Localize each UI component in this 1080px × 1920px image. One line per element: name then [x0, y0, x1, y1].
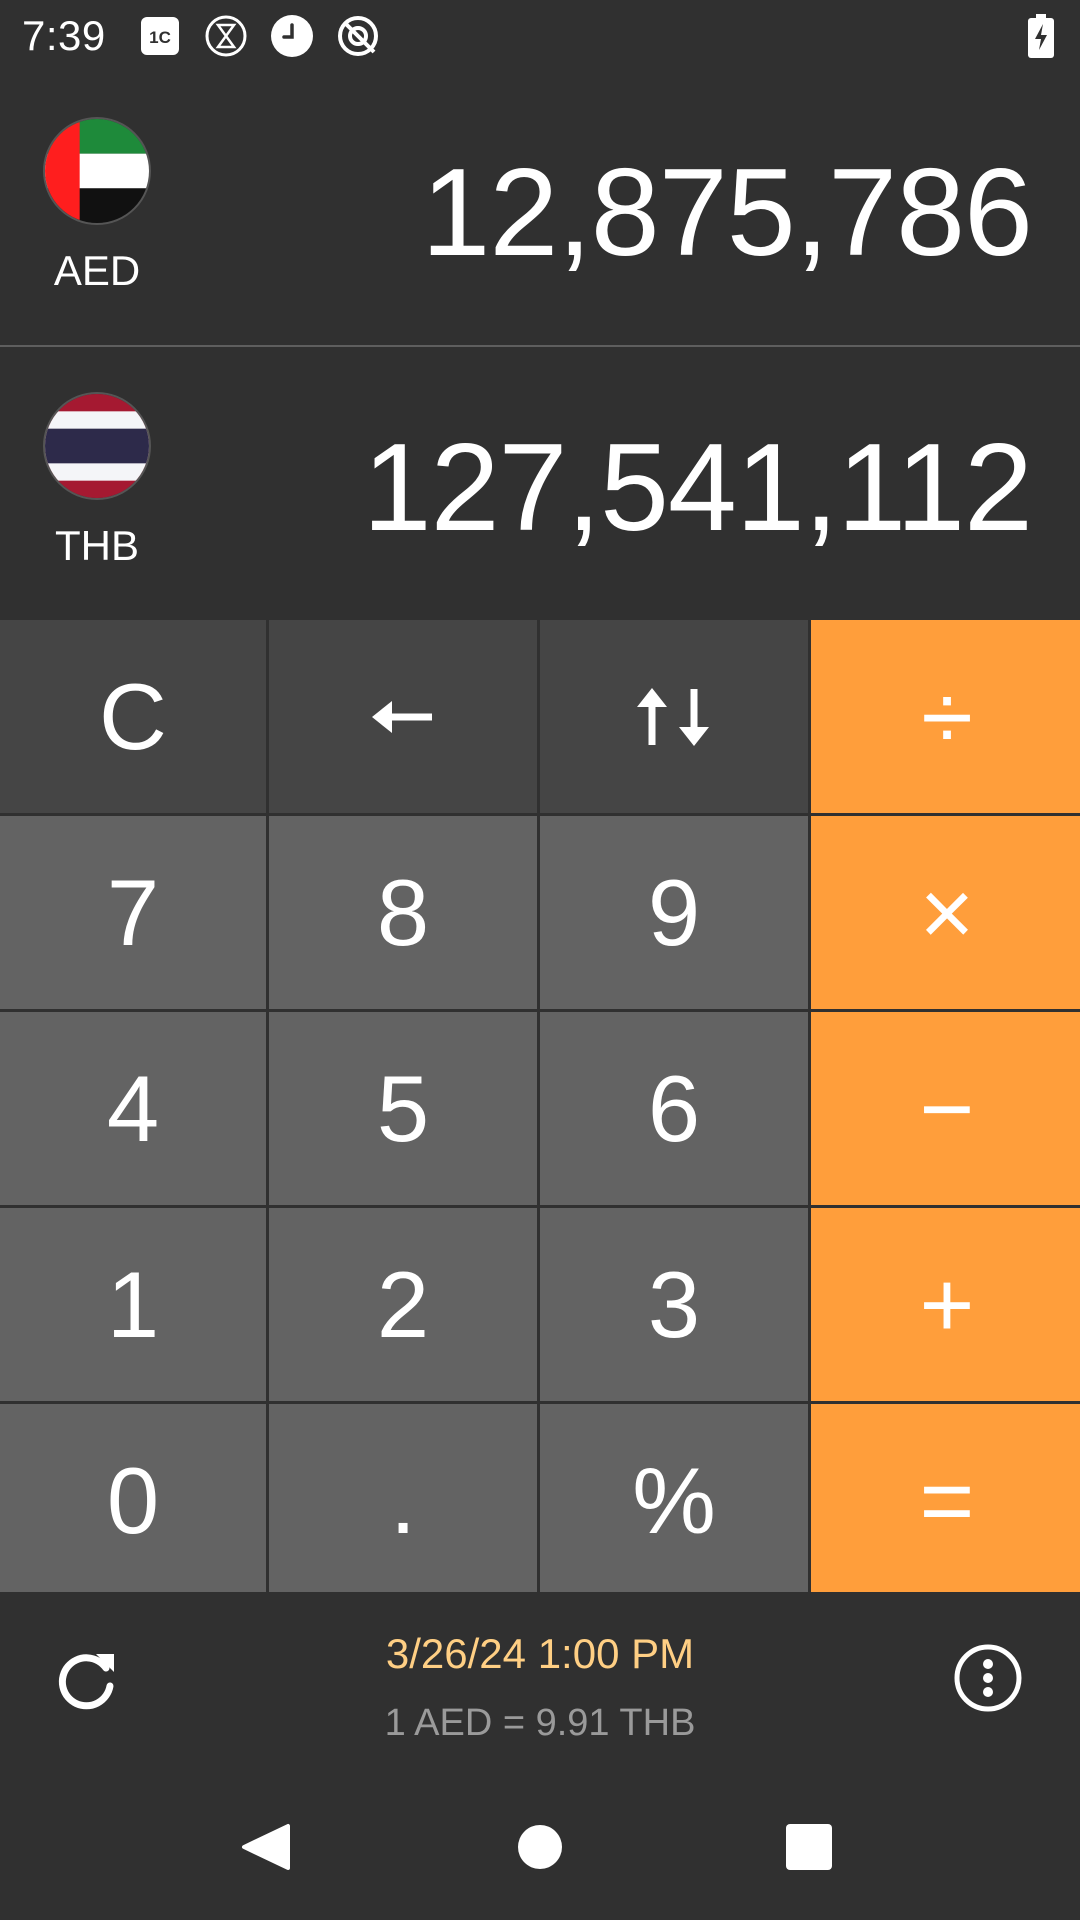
clear-label: C	[99, 663, 167, 769]
digit-3-button[interactable]: 3	[540, 1208, 808, 1401]
digit-0-button[interactable]: 0	[0, 1404, 266, 1597]
from-currency-code[interactable]: AED	[0, 247, 194, 295]
equals-label: =	[919, 1447, 975, 1553]
clear-button[interactable]: C	[0, 620, 266, 813]
digit-8-button[interactable]: 8	[269, 816, 537, 1009]
minus-button[interactable]: −	[811, 1012, 1080, 1205]
svg-text:1C: 1C	[149, 28, 171, 47]
plus-button[interactable]: +	[811, 1208, 1080, 1401]
swap-button[interactable]	[540, 620, 808, 813]
digit-5-label: 5	[376, 1055, 430, 1161]
decimal-point-button[interactable]: .	[269, 1404, 537, 1597]
to-currency-row[interactable]: THB 127,541,112	[0, 347, 1080, 621]
sim-card-icon: 1C	[141, 17, 179, 55]
digit-4-label: 4	[106, 1055, 160, 1161]
backspace-arrow-icon	[372, 700, 432, 733]
multiply-label: ×	[919, 859, 975, 965]
digit-7-label: 7	[106, 859, 160, 965]
battery-charging-icon	[1028, 14, 1054, 58]
keypad: C ÷ 7 8 9 × 4 5 6 − 1 2 3 + 0 . % =	[0, 620, 1080, 1597]
percent-button[interactable]: %	[540, 1404, 808, 1597]
decimal-point-label: .	[389, 1447, 417, 1553]
hourglass-icon	[205, 15, 247, 57]
divide-button[interactable]: ÷	[811, 620, 1080, 813]
to-currency-code[interactable]: THB	[0, 522, 194, 570]
navigation-bar	[0, 1780, 1080, 1920]
rate-updated-time: 3/26/24 1:00 PM	[385, 1630, 695, 1677]
digit-9-button[interactable]: 9	[540, 816, 808, 1009]
digit-0-label: 0	[106, 1447, 160, 1553]
no-data-icon	[338, 16, 378, 56]
status-icons: 1C	[138, 14, 380, 58]
uae-flag-icon[interactable]	[43, 117, 151, 225]
home-icon[interactable]	[505, 1812, 575, 1882]
swap-arrows-icon	[637, 687, 709, 746]
more-options-icon[interactable]	[952, 1642, 1024, 1714]
equals-button[interactable]: =	[811, 1404, 1080, 1597]
multiply-button[interactable]: ×	[811, 816, 1080, 1009]
status-time: 7:39	[22, 12, 106, 59]
from-currency-amount[interactable]: 12,875,786	[421, 142, 1033, 284]
digit-2-button[interactable]: 2	[269, 1208, 537, 1401]
recents-icon[interactable]	[774, 1812, 844, 1882]
to-currency-amount[interactable]: 127,541,112	[363, 417, 1033, 559]
back-icon[interactable]	[230, 1812, 300, 1882]
percent-label: %	[632, 1447, 716, 1553]
digit-1-label: 1	[106, 1251, 160, 1357]
footer: 3/26/24 1:00 PM 1 AED = 9.91 THB	[0, 1592, 1080, 1780]
digit-2-label: 2	[376, 1251, 430, 1357]
from-currency-row[interactable]: AED 12,875,786	[0, 72, 1080, 346]
clock-icon	[271, 15, 313, 57]
plus-label: +	[919, 1251, 975, 1357]
thailand-flag-icon[interactable]	[43, 392, 151, 500]
backspace-button[interactable]	[269, 620, 537, 813]
digit-5-button[interactable]: 5	[269, 1012, 537, 1205]
digit-9-label: 9	[647, 859, 701, 965]
digit-1-button[interactable]: 1	[0, 1208, 266, 1401]
digit-7-button[interactable]: 7	[0, 816, 266, 1009]
digit-6-button[interactable]: 6	[540, 1012, 808, 1205]
digit-6-label: 6	[647, 1055, 701, 1161]
exchange-rate-text: 1 AED = 9.91 THB	[384, 1702, 696, 1744]
digit-8-label: 8	[376, 859, 430, 965]
digit-4-button[interactable]: 4	[0, 1012, 266, 1205]
digit-3-label: 3	[647, 1251, 701, 1357]
minus-label: −	[919, 1055, 975, 1161]
status-bar: 7:39 1C	[0, 0, 1080, 72]
divide-label: ÷	[921, 663, 973, 769]
